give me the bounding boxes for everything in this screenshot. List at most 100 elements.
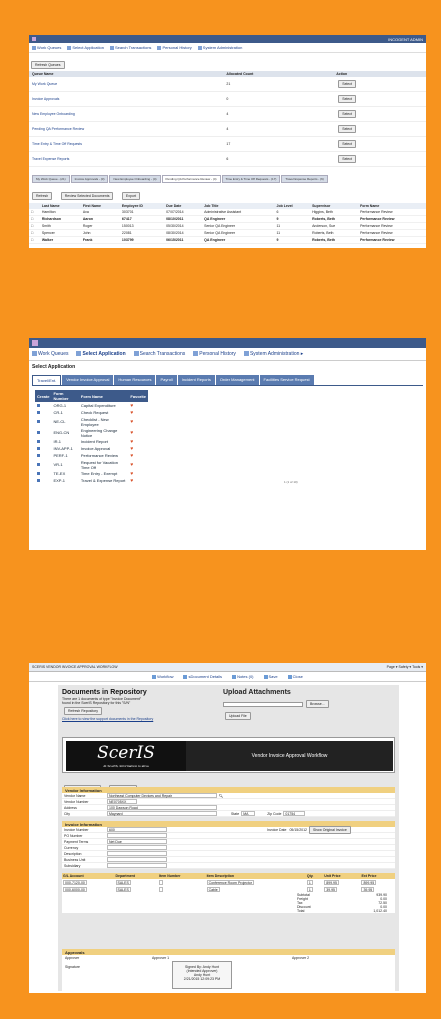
file-path-input[interactable] [223,701,303,707]
form-number[interactable]: ORG-1 [51,402,78,409]
gl-qty-field[interactable]: 1 [306,880,313,885]
form-number[interactable]: NE-CL [51,416,78,427]
tab-app-0[interactable]: Travel/Ent. [32,375,62,385]
form-name[interactable]: Request for Vacation Time Off [79,459,129,470]
gl-qty-field[interactable]: 1 [306,887,313,892]
refresh-button[interactable]: Refresh [32,192,53,200]
browser-tab[interactable]: SCERIS VENDOR INVOICE APPROVAL WORKFLOW [32,665,118,669]
menu-select-application[interactable]: Select Application [76,351,126,357]
invoice-date[interactable]: 05/15/2012 [289,828,307,832]
gl-desc-field[interactable]: Cable [206,887,220,892]
currency-field[interactable] [107,845,167,850]
zip-field[interactable]: 01754 [283,811,306,816]
po-number-field[interactable] [107,833,167,838]
favorite-heart-icon[interactable]: ♥ [130,419,133,425]
form-number[interactable]: PERF-1 [51,452,78,459]
form-name[interactable]: Travel & Expense Report [79,477,129,484]
repository-link[interactable]: Click here to view the support documents… [62,717,222,721]
tab-app-6[interactable]: Facilities Service Request [259,375,314,385]
tab-app-5[interactable]: Order Management [215,375,259,385]
gl-desc-field[interactable]: Conference Room Projector [206,880,254,885]
create-form-icon[interactable] [37,411,40,414]
form-name[interactable]: Invoice Approval [79,445,129,452]
tab-queue-0[interactable]: My Work Queue - (21) [32,175,70,183]
close-button[interactable]: Close [287,674,303,679]
form-name[interactable]: Checklist - New Employee [79,416,129,427]
select-button[interactable]: Select [338,125,356,133]
table-row[interactable]: □ Richardson Aaron 67417 08/10/2011 QA Engine… [29,215,426,223]
browse-button[interactable]: Browse... [305,700,329,708]
gl-item-field[interactable] [159,879,164,885]
menu-work-queues[interactable]: Work Queues [32,45,61,50]
menu-search-transactions[interactable]: Search Transactions [109,45,151,50]
gl-ext-field[interactable]: 899.95 [361,880,377,885]
table-row[interactable]: Travel Expense Reports 6 Select [29,151,426,167]
form-number[interactable]: VR-1 [51,459,78,470]
list-item[interactable]: CR-1 Check Request ♥ [35,409,148,416]
form-number[interactable]: CR-1 [51,409,78,416]
table-row[interactable]: □ Smith Roger 150013 05/30/2014 Senior QA Eng… [29,222,426,230]
tab-queue-2[interactable]: New Employee Onboarding - (4) [109,175,161,183]
row-checkbox[interactable]: □ [31,224,33,228]
form-name[interactable]: Capital Expenditure [79,402,129,409]
row-checkbox[interactable]: □ [31,231,33,235]
refresh-repository-button[interactable]: Refresh Repository [64,707,102,715]
refresh-queues-button[interactable]: Refresh Queues [31,61,65,69]
city-field[interactable]: Maynard [107,811,217,816]
tab-app-1[interactable]: Vendor Invoice Approval [62,375,114,385]
table-row[interactable]: New Employee Onboarding 4 Select [29,106,426,122]
tab-queue-4[interactable]: Time Entry & Time Off Requests - (17) [221,175,281,183]
menu-system-admin[interactable]: System Administration ▸ [243,351,303,357]
favorite-heart-icon[interactable]: ♥ [130,430,133,436]
gl-acct-field[interactable]: 000-7120-00 [63,880,87,885]
table-row[interactable]: Pending QA Performance Review 4 Select [29,121,426,137]
favorite-heart-icon[interactable]: ♥ [130,453,133,459]
select-button[interactable]: Select [338,140,356,148]
menu-work-queues[interactable]: Work Queues [32,351,68,357]
select-button[interactable]: Select [338,80,356,88]
favorite-heart-icon[interactable]: ♥ [130,403,133,409]
gl-item-field[interactable] [159,886,164,892]
state-field[interactable]: MA [241,811,256,816]
show-original-invoice-button[interactable]: Show Original Invoice [309,825,351,834]
favorite-heart-icon[interactable]: ♥ [130,478,133,484]
export-button[interactable]: Export [121,192,141,200]
gl-ext-field[interactable]: 39.95 [361,887,375,892]
document-details-button[interactable]: sDocument Details [183,674,222,679]
row-checkbox[interactable]: □ [31,217,33,221]
description-field[interactable] [107,851,167,856]
menu-personal-history[interactable]: Personal History [157,45,192,50]
list-item[interactable]: EXP-1 Travel & Expense Report ♥ [35,477,148,484]
select-button[interactable]: Select [338,110,356,118]
lookup-icon[interactable]: 🔍︎ [219,794,223,798]
list-item[interactable]: NE-CL Checklist - New Employee ♥ [35,416,148,427]
menu-system-admin[interactable]: System Administration [197,45,242,50]
create-form-icon[interactable] [37,463,40,466]
select-button[interactable]: Select [338,95,356,103]
create-form-icon[interactable] [37,447,40,450]
list-item[interactable]: INV-APP-1 Invoice Approval ♥ [35,445,148,452]
gl-dept-field[interactable]: SALES [115,880,131,885]
tab-queue-5[interactable]: Travel Expense Reports - (6) [281,175,328,183]
gl-unit-field[interactable]: 39.95 [324,887,337,892]
form-name[interactable]: Incident Report [79,438,129,445]
favorite-heart-icon[interactable]: ♥ [130,410,133,416]
gl-unit-field[interactable]: 899.95 [324,880,339,885]
list-item[interactable]: ORG-1 Capital Expenditure ♥ [35,402,148,409]
form-number[interactable]: IR-1 [51,438,78,445]
favorite-heart-icon[interactable]: ♥ [130,462,133,468]
vendor-name-field[interactable]: Northeast Computer Devices and Repair [107,793,217,798]
upload-file-button[interactable]: Upload File [225,712,251,720]
select-button[interactable]: Select [338,155,356,163]
menu-personal-history[interactable]: Personal History [193,351,236,357]
create-form-icon[interactable] [37,404,40,407]
create-form-icon[interactable] [37,440,40,443]
browser-commands[interactable]: Page ▾ Safety ▾ Tools ▾ [387,665,423,669]
list-item[interactable]: IR-1 Incident Report ♥ [35,438,148,445]
tab-app-2[interactable]: Human Resources [114,375,156,385]
tab-queue-1[interactable]: Invoice Approvals - (0) [70,175,109,183]
business-unit-field[interactable] [107,857,167,862]
table-row[interactable]: □ Walker Frank 103799 06/15/2011 QA Engineer 9… [29,236,426,244]
favorite-heart-icon[interactable]: ♥ [130,446,133,452]
row-checkbox[interactable]: □ [31,238,33,242]
